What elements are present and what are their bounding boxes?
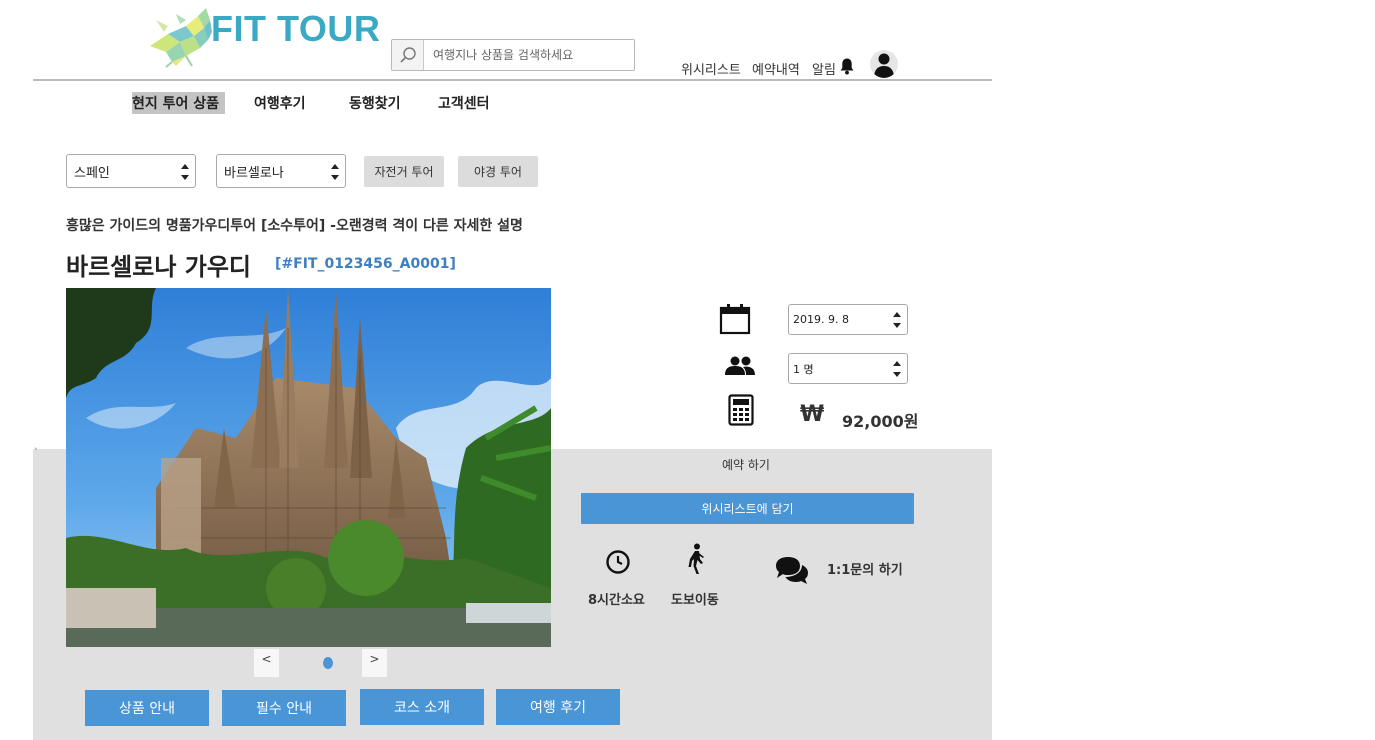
inquiry-link[interactable]: 1:1문의 하기 bbox=[827, 559, 903, 578]
city-select[interactable]: 바르셀로나 bbox=[216, 154, 346, 188]
people-icon bbox=[725, 356, 755, 375]
avatar[interactable] bbox=[870, 50, 898, 78]
country-select-value: 스페인 bbox=[74, 165, 110, 181]
bell-icon[interactable] bbox=[839, 57, 855, 75]
product-code: [#FIT_0123456_A0001] bbox=[275, 256, 456, 272]
price-value: 92,000원 bbox=[842, 412, 919, 431]
calculator-icon bbox=[728, 394, 754, 426]
product-photo bbox=[66, 288, 551, 647]
transport-label: 도보이동 bbox=[671, 593, 719, 608]
date-value: 2019. 9. 8 bbox=[793, 313, 849, 326]
spinner-arrows-icon bbox=[331, 164, 339, 180]
nav-support[interactable]: 고객센터 bbox=[438, 93, 490, 113]
notifications-link[interactable]: 알림 bbox=[812, 59, 836, 78]
nav-reviews[interactable]: 여행후기 bbox=[254, 93, 306, 113]
reserve-link[interactable]: 예약 하기 bbox=[722, 456, 770, 473]
tab-required-info[interactable]: 필수 안내 bbox=[222, 690, 346, 726]
product-subtitle: 흥많은 가이드의 명품가우디투어 [소수투어] -오랜경력 격이 다른 자세한 … bbox=[66, 218, 523, 234]
people-value: 1 명 bbox=[793, 362, 814, 376]
header-divider bbox=[33, 79, 992, 81]
people-select[interactable]: 1 명 bbox=[788, 353, 908, 384]
reservations-link[interactable]: 예약내역 bbox=[752, 59, 800, 78]
date-picker[interactable]: 2019. 9. 8 bbox=[788, 304, 908, 335]
won-currency-icon: ₩ bbox=[800, 402, 825, 427]
nav-local-tours[interactable]: 현지 투어 상품 bbox=[132, 93, 219, 113]
carousel-next-button[interactable]: > bbox=[362, 649, 387, 677]
tab-course-intro[interactable]: 코스 소개 bbox=[360, 689, 484, 725]
duration-label: 8시간소요 bbox=[588, 593, 645, 608]
logo-text[interactable]: FIT TOUR bbox=[211, 8, 380, 50]
spinner-arrows-icon bbox=[893, 361, 901, 377]
product-title: 바르셀로나 가우디 bbox=[66, 253, 251, 281]
stray-tick-mark: ` bbox=[34, 448, 39, 458]
carousel-dot-active[interactable] bbox=[323, 657, 333, 669]
add-to-wishlist-button[interactable]: 위시리스트에 담기 bbox=[581, 493, 914, 524]
tab-travel-review[interactable]: 여행 후기 bbox=[496, 689, 620, 725]
search-input[interactable] bbox=[424, 41, 634, 69]
tab-product-info[interactable]: 상품 안내 bbox=[85, 690, 209, 726]
clock-icon bbox=[606, 550, 630, 574]
bike-tour-chip[interactable]: 자전거 투어 bbox=[364, 156, 444, 187]
wishlist-link[interactable]: 위시리스트 bbox=[681, 59, 741, 78]
city-select-value: 바르셀로나 bbox=[224, 165, 284, 181]
search-bar bbox=[391, 39, 635, 71]
user-icon bbox=[874, 53, 894, 78]
night-tour-chip[interactable]: 야경 투어 bbox=[458, 156, 538, 187]
chat-icon[interactable] bbox=[774, 555, 810, 585]
calendar-icon bbox=[719, 304, 751, 335]
spinner-arrows-icon bbox=[181, 164, 189, 180]
search-icon[interactable] bbox=[392, 40, 424, 70]
carousel-prev-button[interactable]: < bbox=[254, 649, 279, 677]
country-select[interactable]: 스페인 bbox=[66, 154, 196, 188]
spinner-arrows-icon bbox=[893, 312, 901, 328]
nav-companion[interactable]: 동행찾기 bbox=[349, 93, 401, 113]
walking-icon bbox=[688, 543, 704, 574]
